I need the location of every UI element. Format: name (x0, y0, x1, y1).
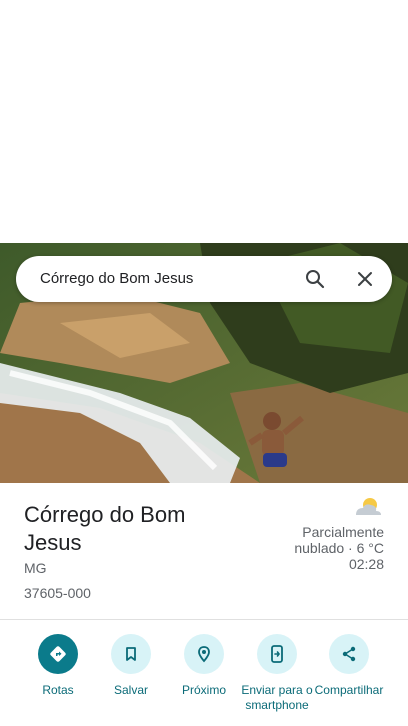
search-icon[interactable] (303, 267, 327, 291)
weather-time: 02:28 (348, 556, 384, 572)
save-button[interactable]: Salvar (93, 634, 169, 698)
weather-summary: Parcialmente nublado · 6 °C 02:28 (254, 524, 384, 572)
nearby-button[interactable]: Próximo (166, 634, 242, 698)
send-to-phone-label: Enviar para o smartphone (241, 683, 313, 712)
directions-button[interactable]: Rotas (20, 634, 96, 698)
action-bar: Rotas Salvar Próximo Enviar para o smart… (0, 620, 408, 726)
place-postal-code: 37605-000 (24, 585, 91, 601)
nearby-label: Próximo (181, 683, 226, 697)
close-icon[interactable] (353, 267, 377, 291)
send-to-phone-icon[interactable] (257, 634, 297, 674)
search-bar[interactable]: Córrego do Bom Jesus (16, 256, 392, 302)
send-to-phone-button[interactable]: Enviar para o smartphone (239, 634, 315, 713)
partly-cloudy-icon (352, 495, 384, 519)
place-info: Córrego do Bom Jesus MG 37605-000 Parcia… (0, 483, 408, 619)
nearby-icon[interactable] (184, 634, 224, 674)
save-label: Salvar (113, 683, 148, 697)
share-label: Compartilhar (314, 683, 384, 697)
bookmark-icon[interactable] (111, 634, 151, 674)
place-region: MG (24, 560, 47, 576)
directions-label: Rotas (42, 683, 74, 697)
share-button[interactable]: Compartilhar (311, 634, 387, 698)
weather-temperature: nublado · 6 °C (294, 540, 384, 556)
share-icon[interactable] (329, 634, 369, 674)
place-title: Córrego do Bom Jesus (24, 502, 186, 555)
directions-icon[interactable] (38, 634, 78, 674)
search-input[interactable]: Córrego do Bom Jesus (40, 270, 193, 287)
weather-condition: Parcialmente (302, 524, 384, 540)
